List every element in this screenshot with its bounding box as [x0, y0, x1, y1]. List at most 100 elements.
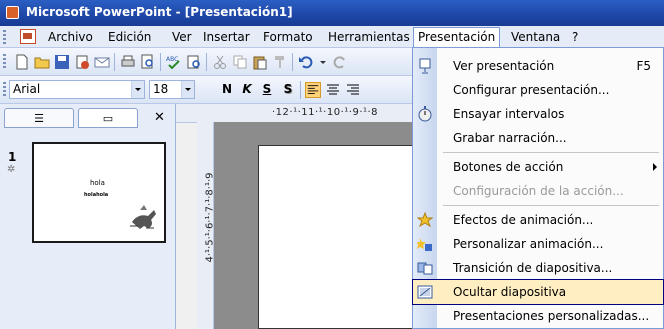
font-name-combo[interactable]: Arial	[9, 80, 145, 99]
paste-icon[interactable]	[252, 54, 268, 70]
menu-separator	[443, 152, 659, 153]
menu-item-personalizar-animacion[interactable]: Personalizar animación...	[413, 232, 663, 256]
star-effects-icon	[417, 212, 433, 228]
menu-item-label: Ver presentación	[453, 59, 555, 73]
research-icon[interactable]	[186, 54, 202, 70]
close-panel-icon[interactable]: ✕	[154, 110, 165, 125]
menu-separator	[443, 205, 659, 206]
menu-item-ver-presentacion[interactable]: Ver presentación F5	[413, 54, 663, 78]
format-painter-icon[interactable]	[272, 54, 288, 70]
horizontal-ruler: ·12·¹·11·¹·10·¹·9·¹·8	[176, 104, 416, 123]
outline-icon: ☰	[34, 112, 44, 125]
panel-tabs: ☰ ▭ ✕	[4, 108, 172, 130]
toolbar-grip[interactable]	[3, 54, 6, 70]
toolbar-grip[interactable]	[3, 82, 6, 98]
menu-help[interactable]: ?	[572, 30, 578, 44]
menu-item-configuracion-accion: Configuración de la acción...	[413, 179, 663, 203]
vertical-ruler: 4·¹·5·¹·6·¹·7·¹·8·¹·9	[197, 122, 216, 329]
slides-panel: ☰ ▭ ✕ 1 ✲ hola holahola	[0, 104, 176, 329]
menu-formato[interactable]: Formato	[263, 30, 313, 44]
menu-item-botones-de-accion[interactable]: Botones de acción	[413, 155, 663, 179]
thumbnail-subtitle: holahola	[84, 192, 109, 198]
align-right-icon[interactable]	[345, 82, 361, 98]
animation-star-icon[interactable]: ✲	[7, 164, 15, 175]
svg-text:ABC: ABC	[166, 56, 178, 63]
toolbar-separator	[160, 53, 161, 71]
menu-ventana[interactable]: Ventana	[511, 30, 560, 44]
menu-item-label: Ocultar diapositiva	[453, 285, 567, 299]
menu-herramientas[interactable]: Herramientas	[328, 30, 410, 44]
permission-icon[interactable]	[74, 54, 90, 70]
slide-canvas[interactable]	[258, 145, 416, 329]
open-folder-icon[interactable]	[34, 54, 50, 70]
email-icon[interactable]	[94, 54, 110, 70]
thumbnail-title: hola	[90, 179, 105, 187]
tab-slides[interactable]: ▭	[78, 108, 138, 128]
font-size-value: 18	[153, 82, 169, 96]
spelling-icon[interactable]: ABC	[166, 54, 182, 70]
menu-item-label: Configuración de la acción...	[453, 184, 624, 198]
save-icon[interactable]	[54, 54, 70, 70]
custom-animation-icon	[417, 238, 432, 251]
menu-insertar[interactable]: Insertar	[203, 30, 250, 44]
font-size-combo[interactable]: 18	[149, 80, 195, 99]
hide-slide-icon	[417, 285, 433, 299]
stopwatch-icon	[418, 106, 432, 122]
menubar-grip[interactable]	[3, 30, 6, 44]
italic-button[interactable]: K	[240, 82, 254, 96]
undo-icon[interactable]	[298, 54, 314, 70]
toolbar-separator	[206, 53, 207, 71]
font-name-dropdown-icon[interactable]	[131, 81, 144, 98]
menu-item-label: Grabar narración...	[453, 131, 567, 145]
menu-item-label: Transición de diapositiva...	[453, 261, 613, 275]
print-preview-icon[interactable]	[140, 54, 156, 70]
menu-item-efectos-animacion[interactable]: Efectos de animación...	[413, 208, 663, 232]
document-icon[interactable]	[20, 29, 36, 44]
cut-icon[interactable]	[212, 54, 228, 70]
menu-item-presentaciones-personalizadas[interactable]: Presentaciones personalizadas...	[413, 304, 663, 328]
bold-button[interactable]: N	[220, 82, 234, 96]
underline-button[interactable]: S	[260, 82, 274, 96]
redo-icon[interactable]	[332, 54, 348, 70]
shortcut-label: F5	[636, 59, 651, 73]
menu-item-label: Efectos de animación...	[453, 213, 594, 227]
menu-item-grabar-narracion[interactable]: Grabar narración...	[413, 126, 663, 150]
menu-presentacion[interactable]: Presentación	[413, 27, 501, 47]
menu-item-label: Configurar presentación...	[453, 83, 610, 97]
print-icon[interactable]	[120, 54, 136, 70]
menu-archivo[interactable]: Archivo	[48, 30, 93, 44]
align-left-icon[interactable]	[305, 82, 321, 98]
menu-item-label: Ensayar intervalos	[453, 107, 565, 121]
menu-item-label: Botones de acción	[453, 160, 564, 174]
align-center-icon[interactable]	[325, 82, 341, 98]
menu-item-label: Personalizar animación...	[453, 237, 604, 251]
menu-edicion[interactable]: Edición	[108, 30, 151, 44]
menu-item-ocultar-diapositiva[interactable]: Ocultar diapositiva	[412, 279, 664, 305]
new-document-icon[interactable]	[14, 54, 30, 70]
slides-icon: ▭	[102, 112, 114, 125]
horizontal-ruler-marks: ·12·¹·11·¹·10·¹·9·¹·8	[272, 107, 379, 118]
menu-item-label: Presentaciones personalizadas...	[453, 309, 650, 323]
submenu-arrow-icon	[653, 163, 657, 171]
powerpoint-app-icon[interactable]	[6, 6, 19, 19]
copy-icon[interactable]	[232, 54, 248, 70]
transition-icon	[417, 262, 433, 275]
menu-item-configurar-presentacion[interactable]: Configurar presentación...	[413, 78, 663, 102]
menu-item-ensayar-intervalos[interactable]: Ensayar intervalos	[413, 102, 663, 126]
font-name-value: Arial	[13, 82, 41, 96]
projector-icon	[419, 58, 431, 74]
slide-thumbnail[interactable]: hola holahola	[32, 142, 166, 243]
presentacion-menu: Ver presentación F5 Configurar presentac…	[412, 47, 664, 329]
tab-outline[interactable]: ☰	[4, 108, 74, 128]
slide-number: 1	[8, 150, 17, 164]
window-title: Microsoft PowerPoint - [Presentación1]	[26, 5, 293, 19]
menu-ver[interactable]: Ver	[172, 30, 192, 44]
slide-editor: ·12·¹·11·¹·10·¹·9·¹·8 4·¹·5·¹·6·¹·7·¹·8·…	[176, 104, 416, 329]
toolbar-separator	[114, 53, 115, 71]
shadow-button[interactable]: S	[281, 82, 295, 96]
toolbar-separator	[300, 81, 301, 99]
menu-item-transicion-diapositiva[interactable]: Transición de diapositiva...	[413, 256, 663, 280]
toolbar-separator	[292, 53, 293, 71]
menu-bar: Archivo Edición Ver Insertar Formato Her…	[0, 26, 664, 48]
font-size-dropdown-icon[interactable]	[181, 81, 194, 98]
